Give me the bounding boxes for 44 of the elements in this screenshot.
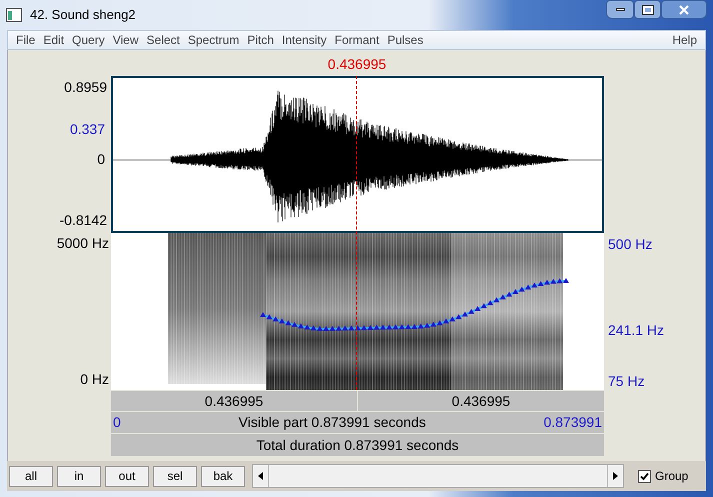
zoom-button[interactable]: in [57, 466, 101, 486]
frequency-max-label: 5000 Hz [56, 234, 109, 253]
menu-item[interactable]: Pitch [243, 31, 278, 49]
menu-item[interactable]: View [108, 31, 143, 49]
window-title: 42. Sound sheng2 [30, 6, 136, 24]
zoom-button[interactable]: out [105, 466, 149, 486]
pitch-cursor-label: 241.1 Hz [608, 321, 664, 340]
menu-item[interactable]: Formant [330, 31, 384, 49]
scroll-right-icon[interactable] [613, 472, 618, 480]
window-icon [6, 8, 22, 22]
menu-item[interactable]: Help [668, 31, 701, 49]
amplitude-min-label: -0.8142 [60, 211, 107, 230]
minimize-button[interactable] [606, 0, 634, 19]
amplitude-cursor-label: 0.337 [70, 120, 105, 139]
cursor-time: 0.436995 [328, 55, 386, 74]
selection-time-bar[interactable]: 0.436995 [358, 391, 604, 411]
pitch-min-label: 75 Hz [608, 372, 645, 391]
menu-item[interactable]: File [12, 31, 40, 49]
visible-part-text: Visible part 0.873991 seconds [238, 413, 426, 432]
zoom-button[interactable]: bak [201, 466, 245, 486]
close-icon [679, 4, 689, 14]
menu-item[interactable]: Pulses [383, 31, 428, 49]
horizontal-scrollbar[interactable] [252, 464, 624, 488]
close-button[interactable] [661, 0, 707, 19]
frequency-min-label: 0 Hz [80, 370, 109, 389]
group-checkbox[interactable] [638, 470, 651, 482]
visible-part-bar[interactable]: 0 Visible part 0.873991 seconds 0.873991 [111, 412, 604, 433]
visible-start-time: 0 [113, 413, 121, 432]
menu-item[interactable]: Query [68, 31, 109, 49]
menu-item[interactable]: Select [142, 31, 184, 49]
total-duration-bar[interactable]: Total duration 0.873991 seconds [111, 434, 604, 456]
scroll-left-icon[interactable] [258, 472, 263, 480]
menu-item[interactable]: Edit [39, 31, 68, 49]
group-label: Group [655, 468, 688, 485]
pitch-max-label: 500 Hz [608, 235, 652, 254]
visible-end-time: 0.873991 [544, 413, 602, 432]
amplitude-max-label: 0.8959 [64, 78, 107, 97]
menu-item[interactable]: Spectrum [184, 31, 244, 49]
amplitude-zero-label: 0 [97, 150, 105, 169]
selection-time-bar[interactable]: 0.436995 [111, 391, 357, 411]
menu-item[interactable]: Intensity [278, 31, 331, 49]
zoom-button[interactable]: sel [153, 466, 197, 486]
zoom-button[interactable]: all [9, 466, 53, 486]
maximize-button[interactable] [634, 0, 661, 19]
